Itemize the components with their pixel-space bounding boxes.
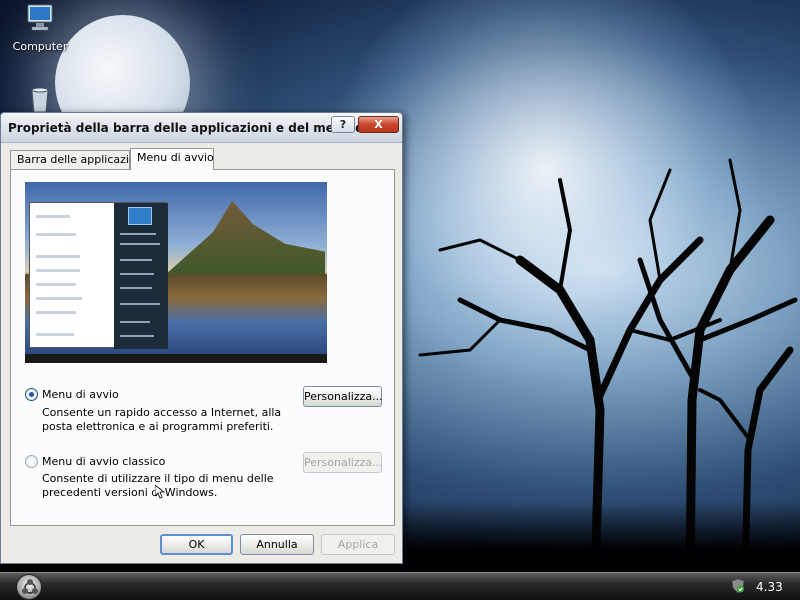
preview-line: [36, 297, 82, 300]
start-menu-option-description: Consente un rapido accesso a Internet, a…: [42, 406, 282, 433]
classic-start-menu-option-description: Consente di utilizzare il tipo di menu d…: [42, 472, 274, 499]
apply-button[interactable]: Applica: [321, 534, 395, 555]
tab-panel: Menu di avvio Consente un rapido accesso…: [10, 169, 395, 526]
tab-start-menu[interactable]: Menu di avvio: [130, 148, 214, 170]
start-menu-option-label[interactable]: Menu di avvio: [42, 388, 119, 401]
taskbar-properties-dialog: Proprietà della barra delle applicazioni…: [0, 112, 403, 564]
preview-line: [120, 303, 160, 305]
desktop-icon-label: Computer: [12, 40, 68, 53]
preview-line: [120, 233, 156, 235]
clock[interactable]: 4.33: [756, 580, 783, 594]
start-orb-icon: [22, 579, 38, 594]
security-shield-icon[interactable]: [731, 578, 745, 594]
preview-line: [36, 255, 80, 258]
customize-classic-start-menu-button[interactable]: Personalizza...: [303, 452, 383, 473]
preview-line: [120, 243, 160, 245]
start-menu-preview-image: [25, 182, 327, 363]
preview-line: [36, 269, 80, 272]
preview-line: [36, 233, 76, 236]
taskbar: 4.33: [0, 572, 800, 600]
preview-taskbar: [25, 354, 327, 363]
preview-line: [120, 335, 154, 337]
preview-line: [36, 311, 76, 314]
computer-icon: [27, 4, 53, 31]
recycle-bin-icon: [31, 87, 49, 113]
start-menu-radio[interactable]: [25, 388, 38, 401]
preview-line: [36, 283, 76, 286]
preview-start-menu-right: [114, 203, 168, 349]
tab-taskbar[interactable]: Barra delle applicazioni: [10, 150, 146, 169]
preview-line: [120, 287, 152, 289]
ok-button[interactable]: OK: [160, 534, 233, 555]
classic-start-menu-option-label[interactable]: Menu di avvio classico: [42, 455, 165, 468]
preview-line: [120, 259, 152, 261]
cancel-button[interactable]: Annulla: [240, 534, 314, 555]
mouse-cursor-icon: [155, 485, 165, 499]
classic-start-menu-radio[interactable]: [25, 455, 38, 468]
help-button[interactable]: ?: [331, 116, 355, 133]
customize-start-menu-button[interactable]: Personalizza...: [303, 386, 383, 407]
preview-avatar: [128, 207, 152, 225]
preview-line: [36, 215, 70, 218]
start-button[interactable]: [16, 574, 42, 600]
dialog-title: Proprietà della barra delle applicazioni…: [8, 121, 386, 135]
close-button[interactable]: X: [358, 116, 399, 133]
dialog-titlebar[interactable]: Proprietà della barra delle applicazioni…: [1, 113, 402, 143]
desktop-icon-computer[interactable]: Computer: [8, 2, 72, 53]
preview-line: [120, 273, 154, 275]
preview-start-menu: [29, 202, 168, 349]
preview-line: [120, 321, 150, 323]
preview-line: [36, 333, 74, 336]
